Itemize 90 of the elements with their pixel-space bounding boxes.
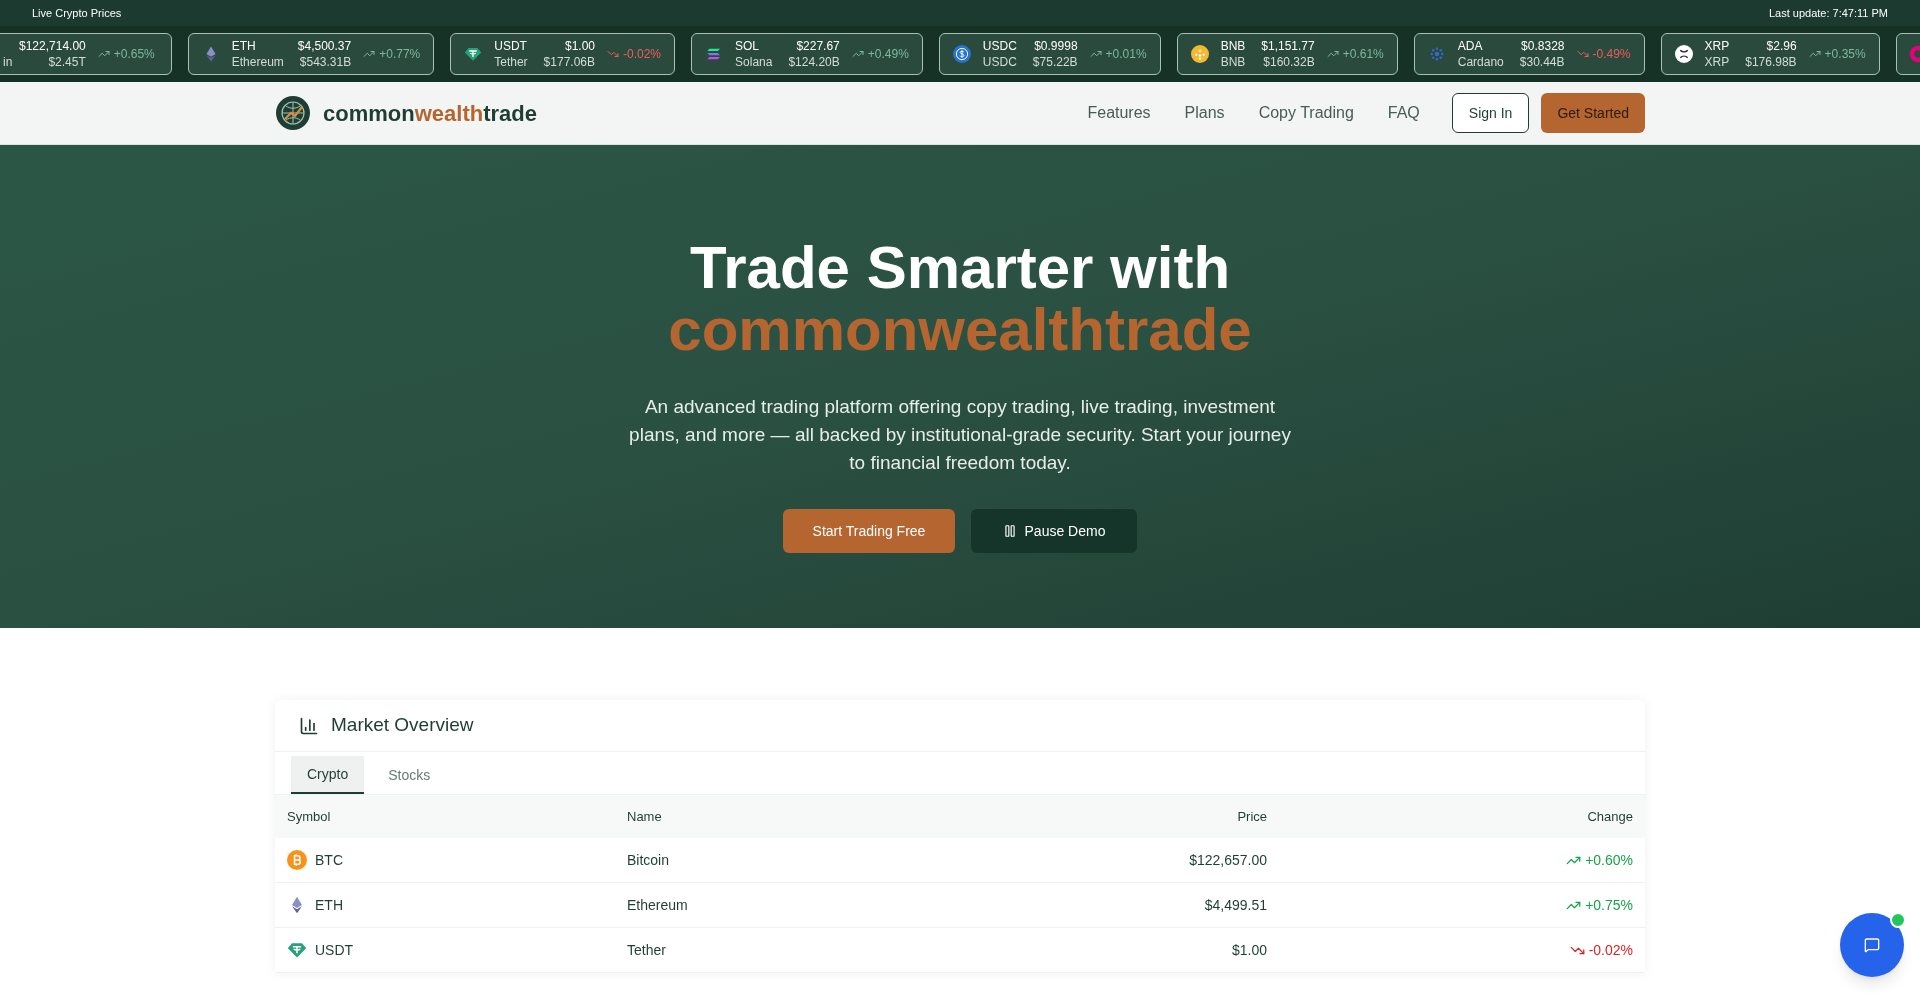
column-header: Symbol xyxy=(287,807,332,826)
coin-price: $0.9998 xyxy=(1034,38,1078,54)
market-cap: $160.32B xyxy=(1263,54,1315,70)
column-header: Name xyxy=(627,807,663,826)
price-change: +0.49% xyxy=(851,45,909,63)
hero-description: An advanced trading platform offering copy trading, live trading, investment plans, and more — all backed by institutional-grade security. Start your journey to financial freedom today. xyxy=(628,395,1292,475)
market-cap: $543.31B xyxy=(299,54,352,70)
symbol-cell-text: BTC xyxy=(315,850,343,870)
coin-name: BNB xyxy=(1220,54,1246,70)
coin-price: $227.67 xyxy=(796,38,840,54)
brand-logo-text[interactable]: commonwealthtrade xyxy=(323,96,537,130)
hero-brand: commonwealthtrade xyxy=(668,299,1252,361)
coin-symbol: BNB xyxy=(1220,38,1246,54)
trend-up-icon xyxy=(1326,48,1339,60)
tether-icon xyxy=(287,940,307,960)
market-cap: $177.06B xyxy=(543,54,595,70)
coin-symbol: USDT xyxy=(494,38,527,54)
coin-price: $0.8328 xyxy=(1521,38,1565,54)
price-cell-text: $4,499.51 xyxy=(1204,895,1267,915)
coin-price: $1.00 xyxy=(564,38,595,54)
tab[interactable]: Stocks xyxy=(372,756,447,794)
hero-title: Trade Smarter with xyxy=(689,237,1231,299)
coin-name: in xyxy=(3,54,13,70)
coin-price: $2.96 xyxy=(1766,38,1797,54)
coin-name: Cardano xyxy=(1457,54,1504,70)
change-cell: +0.75% xyxy=(1566,894,1633,916)
coin-symbol: ETH xyxy=(231,38,256,54)
coin-symbol: USDC xyxy=(982,38,1017,54)
symbol-cell-text: ETH xyxy=(315,895,343,915)
symbol-cell-text: USDT xyxy=(315,940,354,960)
coin-price: $122,714.00 xyxy=(19,38,86,54)
price-change: +0.61% xyxy=(1326,45,1384,63)
trend-down-icon xyxy=(607,48,619,60)
coin-name: Tether xyxy=(494,54,528,70)
dollar-coin-icon xyxy=(952,45,971,63)
last-update: Last update: 7:47:11 PM xyxy=(1768,5,1888,21)
coin-icon xyxy=(1190,45,1209,63)
card-title: Market Overview xyxy=(331,713,474,738)
price-change: +0.01% xyxy=(1089,45,1147,63)
globe-chart-logo-icon xyxy=(275,95,311,131)
price-change: +0.77% xyxy=(363,45,421,63)
price-change: -0.02% xyxy=(607,45,662,63)
trend-up-icon xyxy=(363,48,376,60)
column-header: Change xyxy=(1587,807,1633,826)
change-cell: +0.60% xyxy=(1566,849,1633,871)
nav-link[interactable]: Copy Trading xyxy=(1258,101,1354,125)
market-cap: $124.20B xyxy=(788,54,840,70)
change-cell: -0.02% xyxy=(1569,939,1633,961)
market-cap: $30.44B xyxy=(1519,54,1565,70)
name-cell-text: Ethereum xyxy=(627,895,689,915)
tab[interactable]: Crypto xyxy=(291,756,365,794)
ticker-title: Live Crypto Prices xyxy=(32,5,122,21)
pause-demo-button[interactable]: Pause Demo xyxy=(971,509,1137,553)
chat-icon xyxy=(1864,937,1880,953)
get-started-button[interactable]: Get Started xyxy=(1541,93,1645,133)
trend-up-icon xyxy=(1808,48,1821,60)
coin-name: USDC xyxy=(982,54,1017,70)
nav-link[interactable]: Plans xyxy=(1184,101,1225,125)
sign-in-button[interactable]: Sign In xyxy=(1451,93,1530,133)
trend-up-icon xyxy=(97,48,110,60)
coin-symbol: XRP xyxy=(1704,38,1730,54)
tether-icon xyxy=(464,45,483,63)
bar-chart-icon xyxy=(299,715,319,736)
start-trading-button[interactable]: Start Trading Free xyxy=(783,509,955,553)
coin-price: $4,500.37 xyxy=(297,38,352,54)
chat-button[interactable] xyxy=(1840,913,1904,977)
coin-name: Solana xyxy=(735,54,773,70)
price-change: +0.65% xyxy=(97,45,155,63)
coin-symbol: SOL xyxy=(735,38,760,54)
price-cell-text: $1.00 xyxy=(1231,940,1267,960)
market-cap: $2.45T xyxy=(48,54,86,70)
coin-symbol: ADA xyxy=(1457,38,1483,54)
price-change: +0.35% xyxy=(1808,45,1866,63)
nav-link[interactable]: Features xyxy=(1087,101,1151,125)
market-cap: $176.98B xyxy=(1745,54,1797,70)
pause-icon xyxy=(1002,524,1017,538)
nav-link[interactable]: FAQ xyxy=(1387,101,1420,125)
trend-up-icon xyxy=(851,48,864,60)
coin-name: XRP xyxy=(1704,54,1730,70)
name-cell-text: Tether xyxy=(627,940,667,960)
coin-name: Ethereum xyxy=(231,54,284,70)
name-cell-text: Bitcoin xyxy=(627,850,671,870)
bitcoin-icon xyxy=(287,850,307,870)
price-cell-text: $122,657.00 xyxy=(1189,850,1267,870)
price-change: -0.49% xyxy=(1576,45,1631,63)
coin-price: $1,151.77 xyxy=(1261,38,1315,54)
column-header: Price xyxy=(1237,807,1267,826)
market-cap: $75.22B xyxy=(1032,54,1078,70)
trend-down-icon xyxy=(1576,48,1589,60)
trend-up-icon xyxy=(1089,48,1102,60)
